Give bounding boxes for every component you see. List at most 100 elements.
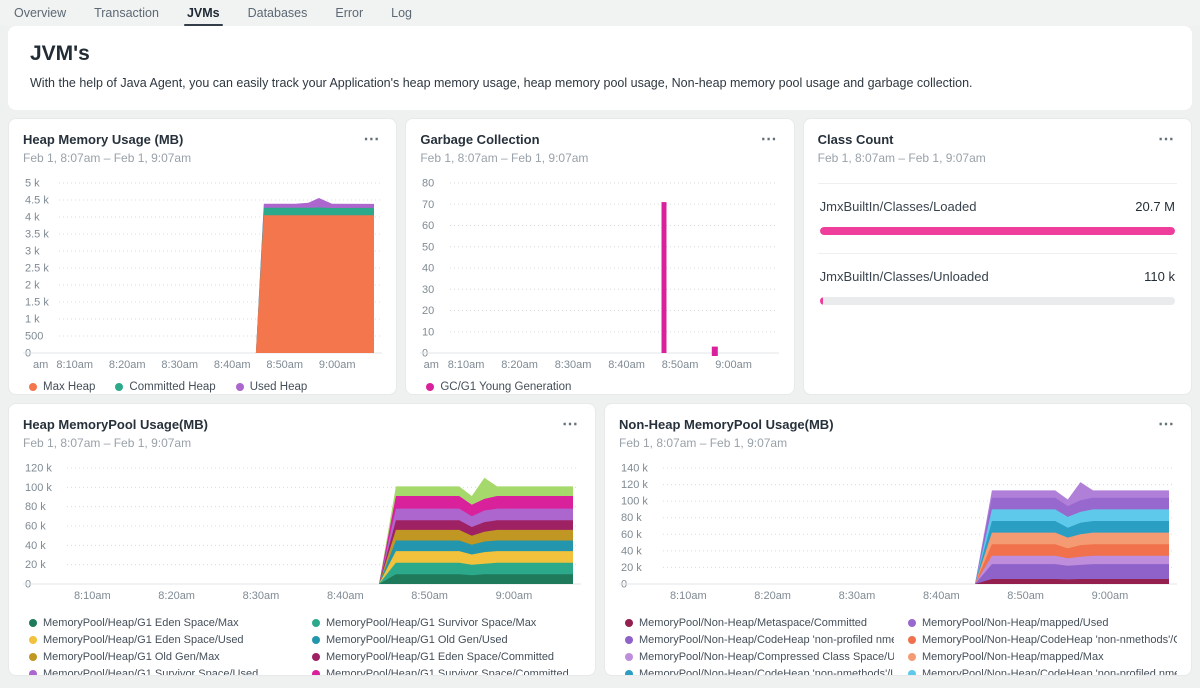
legend-item[interactable]: MemoryPool/Heap/G1 Eden Space/Used <box>29 631 298 648</box>
legend-label: MemoryPool/Non-Heap/CodeHeap 'non-profil… <box>639 634 894 646</box>
svg-text:5 k: 5 k <box>25 178 40 190</box>
svg-text:1 k: 1 k <box>25 314 40 326</box>
progress-fill <box>820 297 824 305</box>
legend-label: MemoryPool/Heap/G1 Survivor Space/Commit… <box>326 668 569 677</box>
heap-memorypool-chart[interactable]: 020 k40 k60 k80 k100 k120 k8:10am8:20am8… <box>23 462 581 604</box>
legend-item[interactable]: Used Heap <box>236 381 308 393</box>
svg-text:8:10am: 8:10am <box>448 359 485 371</box>
metric-header: JmxBuiltIn/Classes/Loaded 20.7 M <box>820 199 1175 214</box>
cards-row-top: Heap Memory Usage (MB) Feb 1, 8:07am – F… <box>8 118 1192 395</box>
legend-item[interactable]: MemoryPool/Non-Heap/CodeHeap 'non-profil… <box>908 665 1177 676</box>
nav-tab-label: Databases <box>248 6 308 20</box>
legend-item[interactable]: MemoryPool/Heap/G1 Survivor Space/Max <box>312 614 581 631</box>
legend-dot-icon <box>625 670 633 677</box>
legend-item[interactable]: MemoryPool/Heap/G1 Old Gen/Used <box>312 631 581 648</box>
heap-memory-chart[interactable]: 05001 k1.5 k2 k2.5 k3 k3.5 k4 k4.5 k5 ka… <box>23 177 382 373</box>
svg-text:8:10am: 8:10am <box>56 359 93 371</box>
legend-item[interactable]: MemoryPool/Non-Heap/CodeHeap 'non-nmetho… <box>625 665 894 676</box>
legend-dot-icon <box>312 670 320 677</box>
svg-text:2 k: 2 k <box>25 280 40 292</box>
legend-dot-icon <box>236 383 244 391</box>
svg-text:40 k: 40 k <box>621 545 642 557</box>
svg-text:8:10am: 8:10am <box>74 590 111 602</box>
legend-dot-icon <box>426 383 434 391</box>
more-options-icon[interactable]: ⋯ <box>1156 417 1177 433</box>
legend-item[interactable]: MemoryPool/Heap/G1 Survivor Space/Used <box>29 665 298 676</box>
card-header: Garbage Collection Feb 1, 8:07am – Feb 1… <box>420 132 779 165</box>
metric-header: JmxBuiltIn/Classes/Unloaded 110 k <box>820 269 1175 284</box>
legend-item[interactable]: MemoryPool/Non-Heap/mapped/Max <box>908 648 1177 665</box>
card-title: Non-Heap MemoryPool Usage(MB) <box>619 417 834 432</box>
cards-row-bottom: Heap MemoryPool Usage(MB) Feb 1, 8:07am … <box>8 403 1192 676</box>
more-options-icon[interactable]: ⋯ <box>1156 132 1177 148</box>
legend-label: MemoryPool/Heap/G1 Old Gen/Max <box>43 651 220 663</box>
nav-tab[interactable]: Transaction <box>94 0 159 26</box>
nav-tab-label: Error <box>335 6 363 20</box>
legend-item[interactable]: MemoryPool/Non-Heap/CodeHeap 'non-nmetho… <box>908 631 1177 648</box>
svg-text:20 k: 20 k <box>621 562 642 574</box>
svg-text:2.5 k: 2.5 k <box>25 263 49 275</box>
legend-item[interactable]: MemoryPool/Non-Heap/Compressed Class Spa… <box>625 648 894 665</box>
heap-memorypool-legend: MemoryPool/Heap/G1 Eden Space/Max Memory… <box>23 614 581 676</box>
nav-tab[interactable]: JVMs <box>187 0 220 26</box>
svg-text:4 k: 4 k <box>25 212 40 224</box>
legend-item[interactable]: MemoryPool/Non-Heap/mapped/Used <box>908 614 1177 631</box>
card-date-range: Feb 1, 8:07am – Feb 1, 9:07am <box>23 436 208 450</box>
svg-text:100 k: 100 k <box>25 482 52 494</box>
card-date-range: Feb 1, 8:07am – Feb 1, 9:07am <box>23 151 191 165</box>
legend-item[interactable]: MemoryPool/Non-Heap/CodeHeap 'non-profil… <box>625 631 894 648</box>
more-options-icon[interactable]: ⋯ <box>361 132 382 148</box>
legend-label: MemoryPool/Non-Heap/mapped/Used <box>922 617 1108 629</box>
svg-text:80 k: 80 k <box>621 512 642 524</box>
svg-text:8:40am: 8:40am <box>327 590 364 602</box>
nav-tab[interactable]: Log <box>391 0 412 26</box>
svg-text:100 k: 100 k <box>621 496 648 508</box>
svg-text:9:00am: 9:00am <box>716 359 753 371</box>
svg-text:80: 80 <box>422 178 434 190</box>
garbage-collection-legend: GC/G1 Young Generation <box>420 381 779 393</box>
legend-dot-icon <box>908 670 916 677</box>
more-options-icon[interactable]: ⋯ <box>560 417 581 433</box>
legend-dot-icon <box>29 619 37 627</box>
svg-text:8:40am: 8:40am <box>609 359 646 371</box>
svg-text:20: 20 <box>422 305 434 317</box>
svg-text:50: 50 <box>422 241 434 253</box>
legend-dot-icon <box>908 619 916 627</box>
svg-text:am: am <box>33 359 48 371</box>
legend-item[interactable]: Committed Heap <box>115 381 215 393</box>
svg-text:40: 40 <box>422 263 434 275</box>
card-title: Garbage Collection <box>420 132 588 147</box>
legend-dot-icon <box>29 653 37 661</box>
legend-item[interactable]: MemoryPool/Heap/G1 Survivor Space/Commit… <box>312 665 581 676</box>
legend-item[interactable]: MemoryPool/Heap/G1 Old Gen/Max <box>29 648 298 665</box>
svg-text:20 k: 20 k <box>25 559 46 571</box>
svg-text:8:50am: 8:50am <box>1007 590 1044 602</box>
non-heap-memorypool-legend: MemoryPool/Non-Heap/Metaspace/Committed … <box>619 614 1177 676</box>
legend-dot-icon <box>29 636 37 644</box>
svg-text:8:40am: 8:40am <box>923 590 960 602</box>
legend-dot-icon <box>29 670 37 677</box>
legend-item[interactable]: GC/G1 Young Generation <box>426 381 571 393</box>
heap-memory-legend: Max Heap Committed Heap Used Heap <box>23 381 382 393</box>
legend-item[interactable]: MemoryPool/Heap/G1 Eden Space/Max <box>29 614 298 631</box>
legend-item[interactable]: MemoryPool/Non-Heap/Metaspace/Committed <box>625 614 894 631</box>
svg-text:8:20am: 8:20am <box>754 590 791 602</box>
svg-text:1.5 k: 1.5 k <box>25 297 49 309</box>
svg-text:60 k: 60 k <box>621 529 642 541</box>
nav-tab[interactable]: Databases <box>248 0 308 26</box>
nav-tab[interactable]: Overview <box>14 0 66 26</box>
metric-label: JmxBuiltIn/Classes/Loaded <box>820 199 977 214</box>
page-title: JVM's <box>30 42 1170 66</box>
legend-label: Committed Heap <box>129 381 215 393</box>
nav-tab[interactable]: Error <box>335 0 363 26</box>
garbage-collection-chart[interactable]: 01020304050607080am8:10am8:20am8:30am8:4… <box>420 177 779 373</box>
more-options-icon[interactable]: ⋯ <box>759 132 780 148</box>
legend-item[interactable]: MemoryPool/Heap/G1 Eden Space/Committed <box>312 648 581 665</box>
svg-text:8:30am: 8:30am <box>243 590 280 602</box>
legend-item[interactable]: Max Heap <box>29 381 95 393</box>
card-heap-memory-usage: Heap Memory Usage (MB) Feb 1, 8:07am – F… <box>8 118 397 395</box>
non-heap-memorypool-chart[interactable]: 020 k40 k60 k80 k100 k120 k140 k8:10am8:… <box>619 462 1177 604</box>
svg-text:8:40am: 8:40am <box>214 359 251 371</box>
card-header: Heap MemoryPool Usage(MB) Feb 1, 8:07am … <box>23 417 581 450</box>
legend-label: Used Heap <box>250 381 308 393</box>
